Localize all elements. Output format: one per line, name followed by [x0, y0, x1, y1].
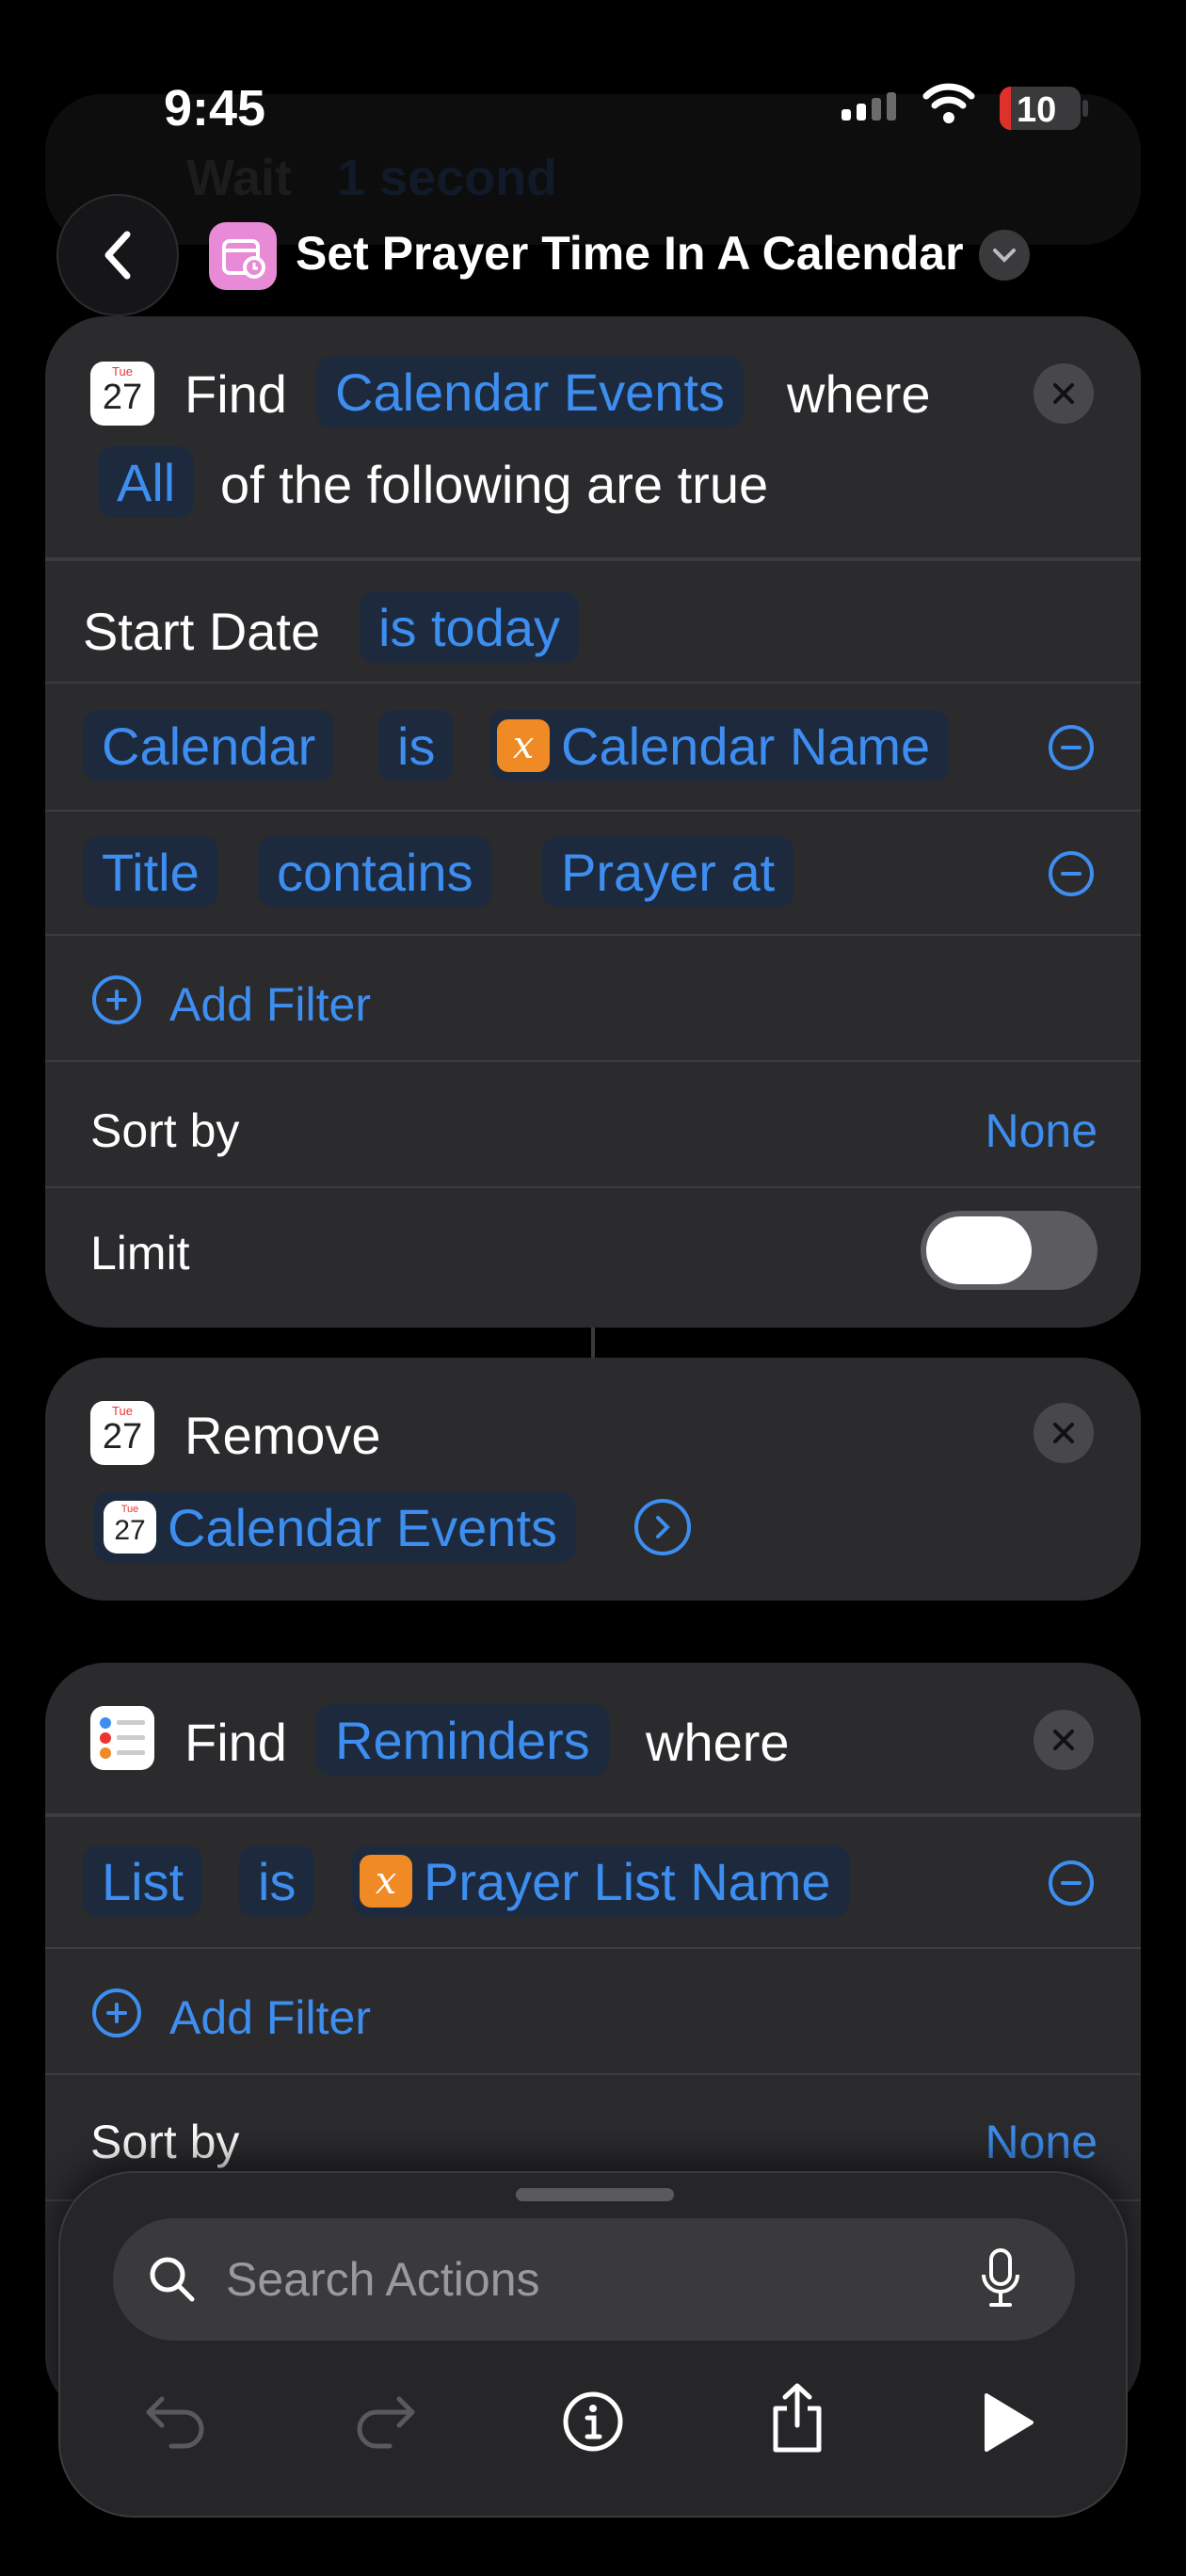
find-label: Find [184, 364, 287, 424]
back-button[interactable] [56, 194, 179, 316]
start-date-label: Start Date [83, 602, 321, 661]
delete-action-button[interactable] [1034, 1403, 1094, 1463]
variable-icon: x [497, 719, 550, 772]
entity-calendar-events[interactable]: Calendar Events [316, 356, 745, 427]
search-icon [150, 2257, 195, 2302]
match-all-selector[interactable]: All [98, 446, 195, 518]
sort-by-label: Sort by [90, 1104, 240, 1157]
chevron-right-icon [656, 1516, 670, 1538]
wait-value: 1 second [337, 150, 558, 206]
search-field[interactable]: Search Actions [113, 2218, 1075, 2341]
start-date-condition[interactable]: is today [360, 591, 579, 663]
filter-operator-is[interactable]: is [378, 710, 455, 781]
remove-filter-button[interactable] [1049, 851, 1094, 896]
where-label: where [646, 1713, 790, 1772]
remove-events-action: Tue 27 Remove Tue 27 Calendar Events [45, 1358, 1141, 1601]
close-icon [1053, 383, 1074, 404]
chevron-down-icon [993, 249, 1016, 263]
filter-field-title[interactable]: Title [83, 836, 218, 908]
where-label: where [787, 364, 931, 424]
remove-label: Remove [184, 1406, 381, 1465]
calendar-app-icon: Tue 27 [90, 362, 154, 426]
following-label: of the following are true [220, 455, 769, 514]
filter-value-prayer-at[interactable]: Prayer at [542, 836, 794, 908]
search-input[interactable]: Search Actions [226, 2252, 540, 2307]
add-icon [92, 1988, 141, 2037]
info-icon[interactable] [561, 2390, 625, 2454]
filter-value-calendar-name[interactable]: x Calendar Name [489, 710, 950, 781]
limit-row: Limit [45, 1186, 1141, 1328]
undo-icon[interactable] [143, 2391, 209, 2452]
find-calendar-events-action: Tue 27 Find Calendar Events where All of … [45, 316, 1141, 1328]
reminders-app-icon [90, 1706, 154, 1770]
delete-action-button[interactable] [1034, 1710, 1094, 1770]
battery-level: 10 [1017, 90, 1057, 130]
close-icon [1053, 1730, 1074, 1750]
variable-icon: x [360, 1855, 412, 1908]
action-search-sheet: Search Actions [58, 2171, 1128, 2518]
sheet-grabber[interactable] [516, 2188, 674, 2201]
shortcut-title[interactable]: Set Prayer Time In A Calendar [296, 226, 964, 281]
calendar-app-icon: Tue 27 [90, 1401, 154, 1465]
limit-toggle[interactable] [921, 1211, 1098, 1290]
find-label: Find [184, 1713, 287, 1772]
cellular-signal-icon [841, 92, 904, 126]
filter-field-list[interactable]: List [83, 1845, 203, 1917]
filter-field-calendar[interactable]: Calendar [83, 710, 335, 781]
filter-operator-is[interactable]: is [239, 1845, 315, 1917]
add-icon [92, 975, 141, 1024]
title-menu-button[interactable] [979, 230, 1030, 281]
shortcut-icon [209, 222, 277, 290]
limit-label: Limit [90, 1227, 190, 1280]
start-date-filter-row: Start Date is today [45, 557, 1141, 685]
filter-value-prayer-list-name[interactable]: x Prayer List Name [352, 1845, 850, 1917]
remove-filter-button[interactable] [1049, 1860, 1094, 1906]
redo-icon[interactable] [352, 2391, 418, 2452]
list-filter-row: List is x Prayer List Name [45, 1813, 1141, 1951]
remove-filter-button[interactable] [1049, 725, 1094, 770]
calendar-app-icon: Tue 27 [104, 1501, 156, 1554]
wifi-icon [922, 83, 975, 124]
title-filter-row: Title contains Prayer at [45, 810, 1141, 936]
battery-icon: 10 [1000, 87, 1081, 130]
add-filter-row[interactable]: Add Filter [45, 1947, 1141, 2075]
add-filter-row[interactable]: Add Filter [45, 934, 1141, 1062]
sort-by-value[interactable]: None [985, 2115, 1098, 2169]
delete-action-button[interactable] [1034, 363, 1094, 424]
entity-reminders[interactable]: Reminders [316, 1704, 609, 1776]
close-icon [1053, 1423, 1074, 1443]
sort-by-label: Sort by [90, 2116, 240, 2168]
status-time: 9:45 [164, 80, 266, 137]
chevron-left-icon [104, 231, 131, 280]
sort-by-value[interactable]: None [985, 1103, 1098, 1158]
wait-label: Wait [186, 150, 292, 206]
microphone-icon[interactable] [979, 2246, 1022, 2312]
sort-by-row: Sort by None [45, 1060, 1141, 1188]
play-icon[interactable] [979, 2391, 1035, 2454]
add-filter-label: Add Filter [169, 978, 371, 1031]
filter-operator-contains[interactable]: contains [258, 836, 492, 908]
share-icon[interactable] [768, 2380, 826, 2455]
expand-chevron-button[interactable] [634, 1499, 691, 1555]
add-filter-label: Add Filter [169, 1991, 371, 2044]
calendar-filter-row: Calendar is x Calendar Name [45, 682, 1141, 812]
remove-target-calendar-events[interactable]: Tue 27 Calendar Events [94, 1491, 577, 1563]
